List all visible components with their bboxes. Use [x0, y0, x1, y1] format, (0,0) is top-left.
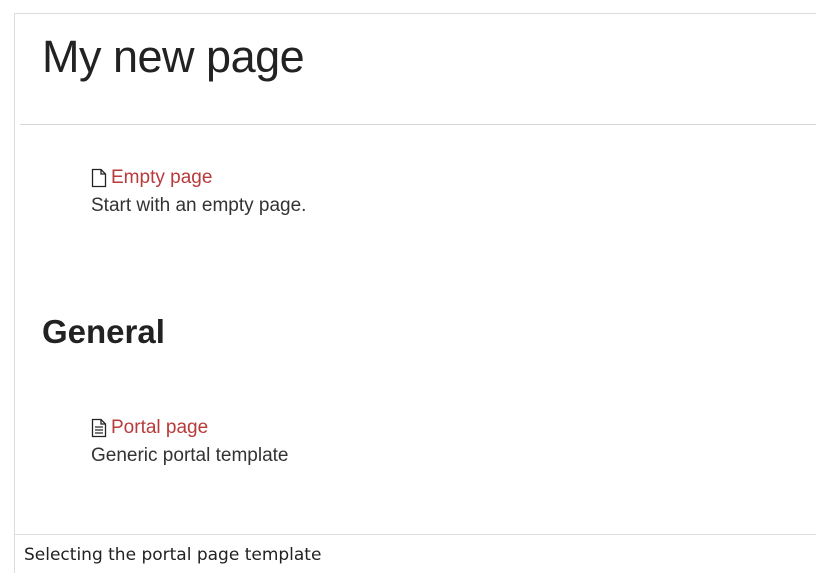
page-title: My new page [42, 31, 305, 82]
blank-page-icon [91, 168, 107, 188]
text-page-icon [91, 418, 107, 438]
caption-text: Selecting the portal page template [24, 545, 322, 565]
template-option-empty: Empty page Start with an empty page. [91, 165, 306, 219]
portal-page-description: Generic portal template [91, 445, 289, 466]
screenshot-frame: My new page Empty page Start with an emp… [0, 0, 816, 573]
portal-page-link[interactable]: Portal page [91, 415, 289, 441]
empty-page-description: Start with an empty page. [91, 195, 307, 216]
title-divider [20, 124, 816, 125]
section-heading-general: General [42, 313, 165, 350]
frame-top-border [14, 13, 816, 14]
empty-page-link[interactable]: Empty page [91, 165, 306, 191]
frame-left-border [14, 13, 15, 573]
image-caption: Selecting the portal page template [14, 534, 816, 573]
empty-page-label: Empty page [111, 167, 213, 188]
template-option-portal: Portal page Generic portal template [91, 415, 289, 469]
portal-page-label: Portal page [111, 417, 209, 438]
